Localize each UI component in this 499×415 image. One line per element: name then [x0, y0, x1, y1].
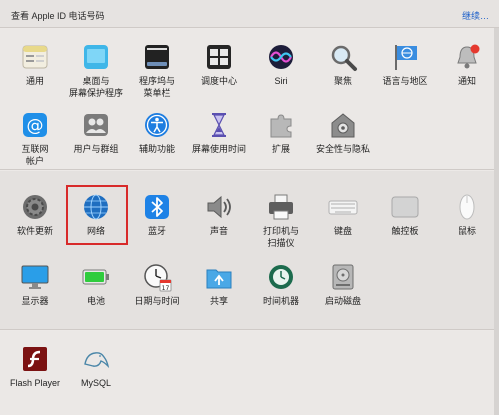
- keyboard-icon: [328, 200, 358, 215]
- pref-accessibility[interactable]: 辅助功能: [126, 110, 188, 182]
- pref-internet-accounts[interactable]: @ 互联网 帐户: [4, 110, 66, 182]
- pref-mouse[interactable]: 鼠标: [436, 192, 498, 264]
- internet-accounts-icon: @: [23, 113, 47, 137]
- pref-mission-control[interactable]: 调度中心: [188, 42, 250, 114]
- pref-language-region[interactable]: 语言与地区: [374, 42, 436, 114]
- pref-users-groups[interactable]: 用户与群组: [65, 110, 127, 182]
- pref-printers-scanners[interactable]: 打印机与 扫描仪: [250, 192, 312, 264]
- pref-displays[interactable]: 显示器: [4, 262, 66, 334]
- pref-bluetooth[interactable]: 蓝牙: [126, 192, 188, 264]
- pref-label: 聚焦: [333, 76, 352, 86]
- mouse-icon: [459, 194, 475, 220]
- sound-icon: [207, 195, 231, 219]
- pref-label: 通知: [457, 76, 476, 86]
- desktop-screensaver-icon: [84, 45, 108, 69]
- pref-label: 蓝牙: [147, 226, 166, 236]
- pref-siri[interactable]: Siri: [250, 42, 312, 114]
- pref-label: 电池: [86, 296, 105, 306]
- pref-label: Flash Player: [9, 378, 61, 388]
- dock-menubar-icon: [145, 45, 169, 69]
- pref-label: 打印机与 扫描仪: [262, 226, 299, 248]
- printers-scanners-icon: [269, 194, 293, 220]
- sharing-icon: [206, 269, 232, 289]
- pref-label: Siri: [274, 76, 288, 86]
- pref-date-time[interactable]: 17 日期与时间: [126, 262, 188, 334]
- security-privacy-icon: [331, 113, 355, 138]
- pref-label: 日期与时间: [134, 296, 180, 306]
- pref-label: MySQL: [80, 378, 111, 388]
- pref-startup-disk[interactable]: 启动磁盘: [312, 262, 374, 334]
- network-highlight-box: [66, 185, 128, 245]
- svg-text:17: 17: [162, 285, 170, 292]
- pref-label: 互联网 帐户: [21, 144, 49, 166]
- pref-label: 通用: [25, 76, 44, 86]
- pref-sharing[interactable]: 共享: [188, 262, 250, 334]
- pref-extensions[interactable]: 扩展: [250, 110, 312, 182]
- pref-label: 键盘: [333, 226, 352, 236]
- pref-dock-menubar[interactable]: 程序坞与 菜单栏: [126, 42, 188, 114]
- pref-flash-player[interactable]: Flash Player: [4, 344, 66, 415]
- banner-text: 查看 Apple ID 电话号码: [11, 11, 105, 21]
- pref-spotlight[interactable]: 聚焦: [312, 42, 374, 114]
- mysql-icon: [84, 352, 110, 369]
- apple-id-banner: 查看 Apple ID 电话号码 继续…: [0, 0, 499, 28]
- users-groups-icon: [84, 114, 108, 136]
- pref-label: 启动磁盘: [324, 296, 361, 306]
- pref-label: 触控板: [391, 226, 419, 236]
- pref-keyboard[interactable]: 键盘: [312, 192, 374, 264]
- pref-screen-time[interactable]: 屏幕使用时间: [188, 110, 250, 182]
- pref-label: 辅助功能: [138, 144, 175, 154]
- screen-time-icon: [212, 113, 226, 137]
- date-time-icon: 17: [144, 264, 172, 292]
- general-icon: [22, 45, 48, 69]
- continue-link[interactable]: 继续…: [462, 9, 489, 22]
- bluetooth-icon: [145, 195, 169, 219]
- pref-desktop-screensaver[interactable]: 桌面与 屏幕保护程序: [65, 42, 127, 114]
- flash-player-icon: [23, 347, 47, 371]
- software-update-icon: [23, 195, 47, 219]
- pref-label: 时间机器: [262, 296, 299, 306]
- pref-label: 桌面与 屏幕保护程序: [68, 76, 123, 98]
- spotlight-icon: [331, 45, 357, 71]
- pref-battery[interactable]: 电池: [65, 262, 127, 334]
- pref-label: 程序坞与 菜单栏: [138, 76, 175, 98]
- pref-general[interactable]: 通用: [4, 42, 66, 114]
- siri-icon: [269, 45, 293, 69]
- pref-notifications[interactable]: 通知: [436, 42, 498, 114]
- battery-icon: [82, 269, 109, 285]
- pref-label: 调度中心: [200, 76, 237, 86]
- pref-time-machine[interactable]: 时间机器: [250, 262, 312, 334]
- displays-icon: [21, 265, 49, 289]
- pref-label: 语言与地区: [382, 76, 428, 86]
- pref-label: 扩展: [271, 144, 290, 154]
- pref-sound[interactable]: 声音: [188, 192, 250, 264]
- pref-label: 鼠标: [457, 226, 476, 236]
- pref-label: 显示器: [21, 296, 49, 306]
- pref-label: 共享: [209, 296, 228, 306]
- pref-label: 声音: [209, 226, 228, 236]
- time-machine-icon: [269, 265, 293, 289]
- pref-trackpad[interactable]: 触控板: [374, 192, 436, 264]
- notifications-icon: [457, 44, 480, 69]
- svg-text:@: @: [27, 116, 44, 136]
- language-region-icon: [395, 45, 417, 70]
- pref-label: 用户与群组: [73, 144, 119, 154]
- accessibility-icon: [145, 113, 169, 137]
- trackpad-icon: [391, 196, 419, 218]
- startup-disk-icon: [332, 264, 354, 290]
- mission-control-icon: [207, 45, 231, 69]
- pref-label: 屏幕使用时间: [191, 144, 246, 154]
- extensions-icon: [270, 114, 292, 138]
- pref-label: 软件更新: [16, 226, 53, 236]
- pref-mysql[interactable]: MySQL: [65, 344, 127, 415]
- pref-label: 安全性与隐私: [315, 144, 370, 154]
- pref-security-privacy[interactable]: 安全性与隐私: [312, 110, 374, 182]
- pref-software-update[interactable]: 软件更新: [4, 192, 66, 264]
